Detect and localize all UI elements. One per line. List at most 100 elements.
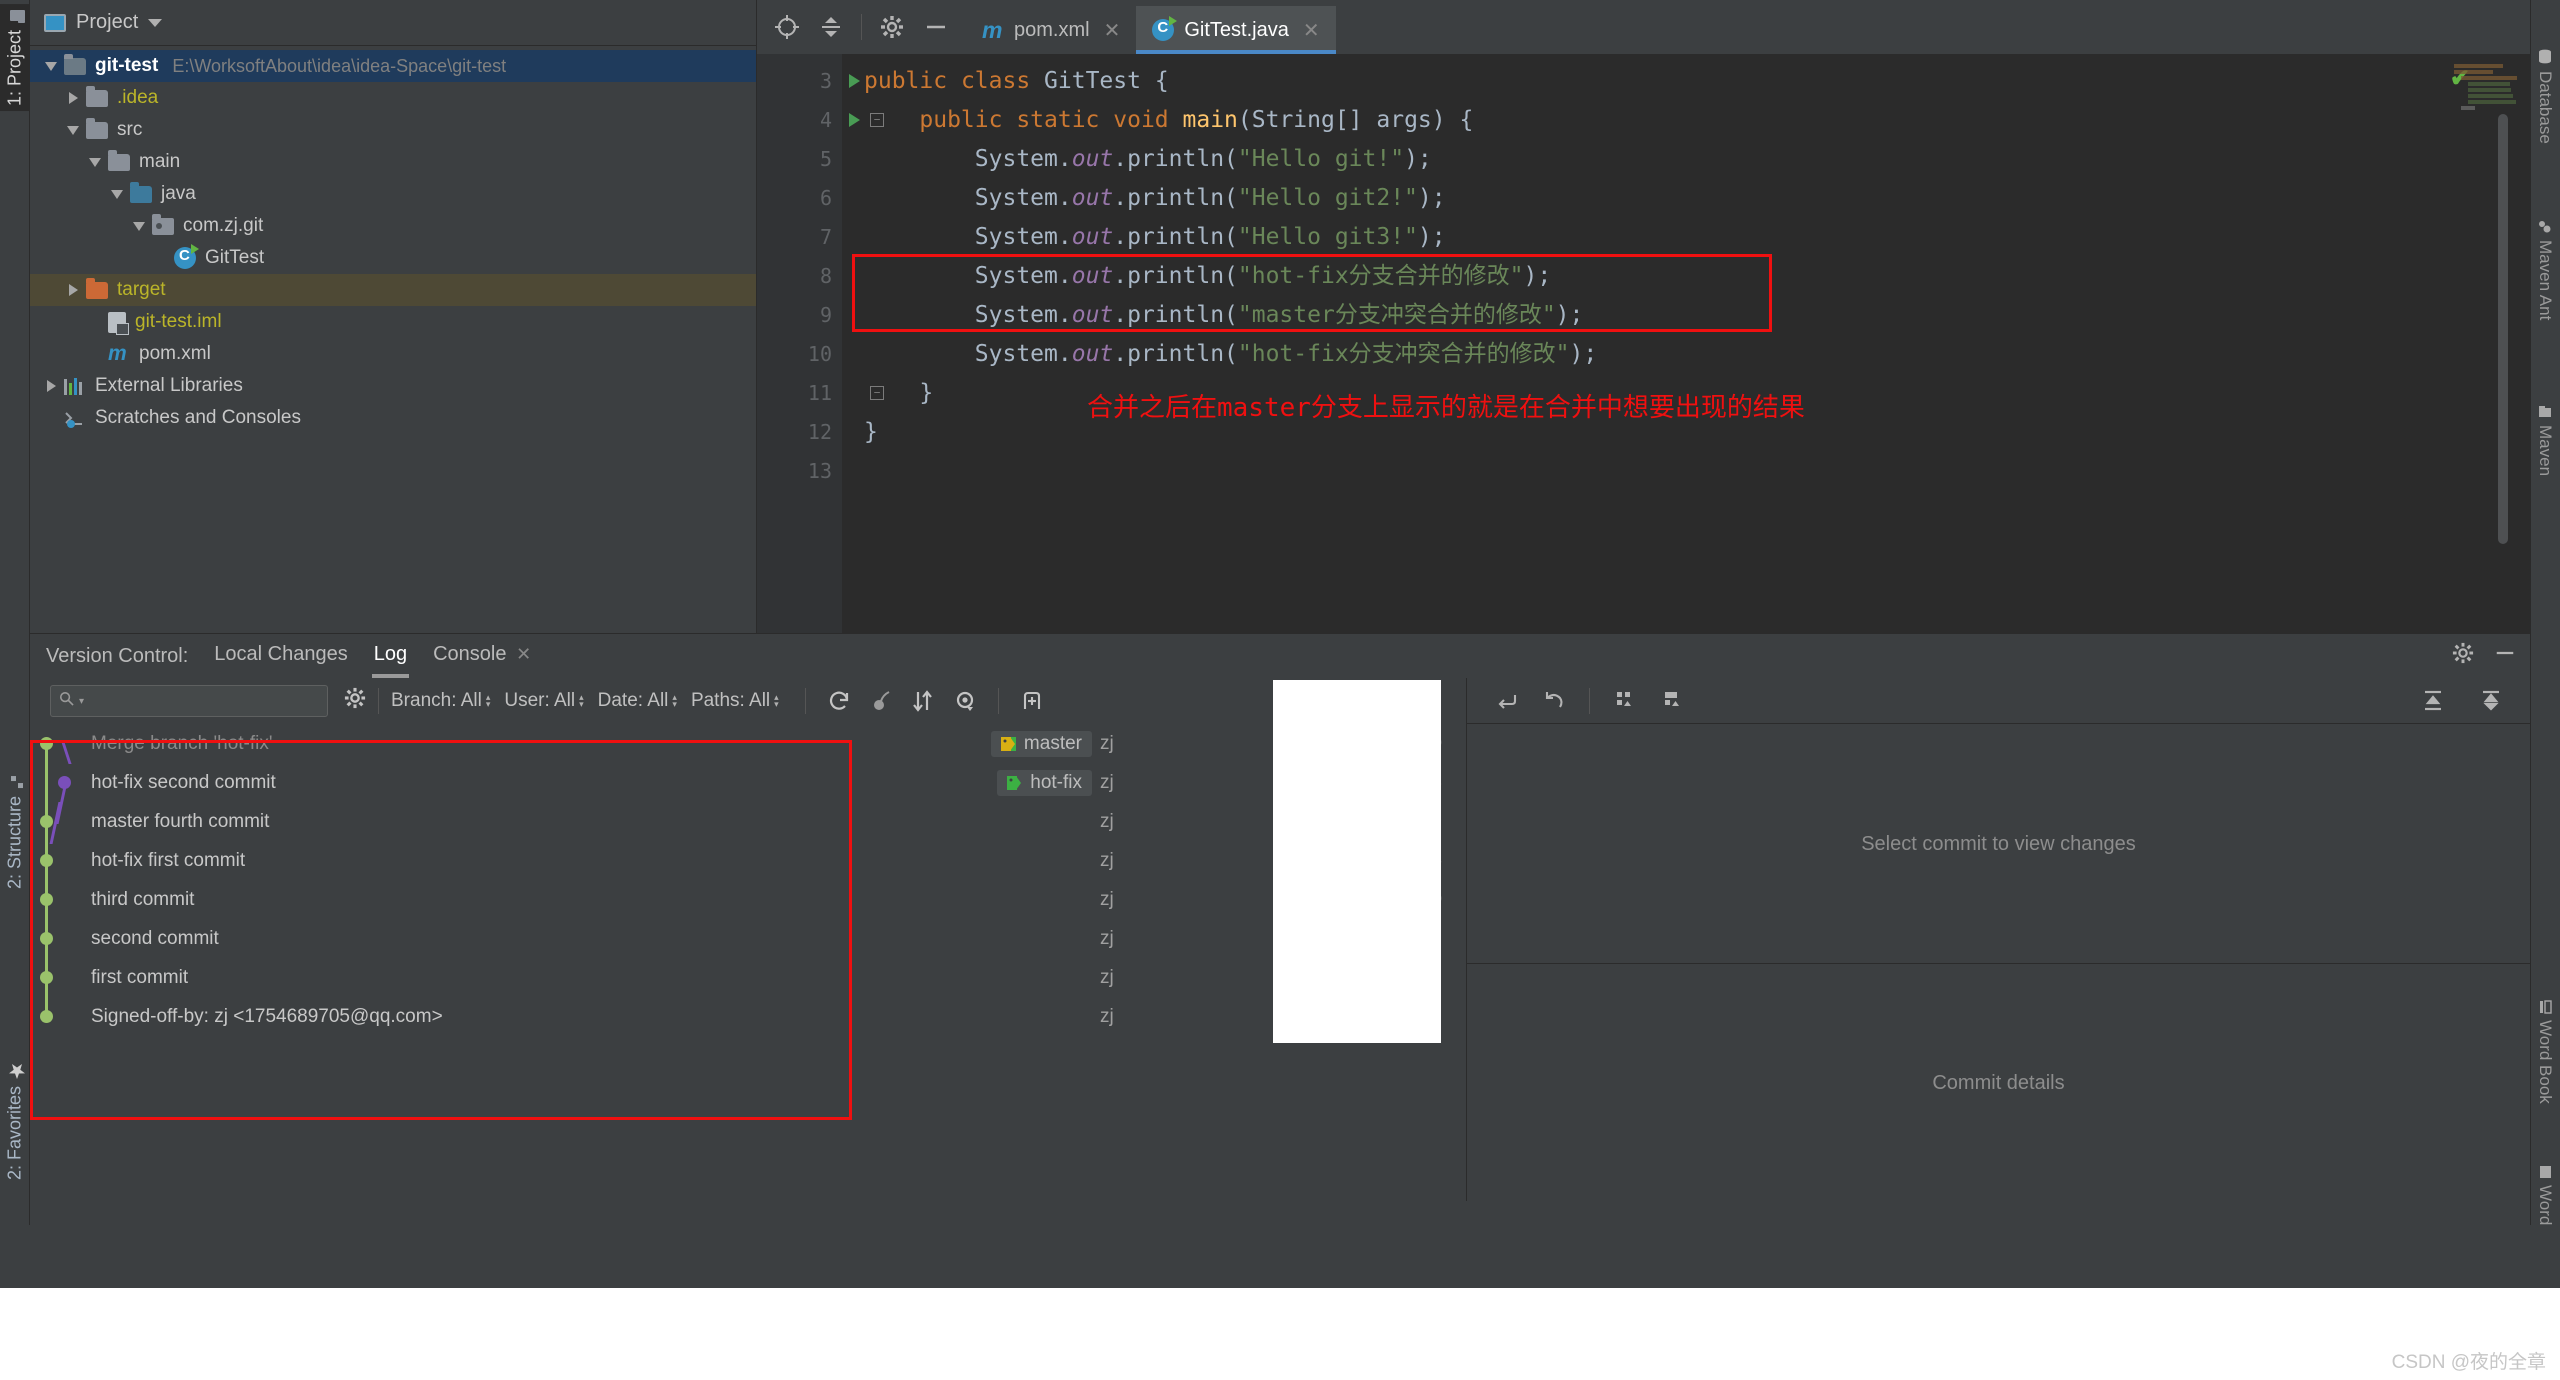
filter-branch[interactable]: Branch: All ▴ ▾: [391, 690, 490, 712]
gutter-line[interactable]: 6: [757, 179, 842, 218]
editor-gutter[interactable]: 3 4 − 5 6 7 8 9 10 11 − 12 13: [757, 54, 884, 633]
table-row[interactable]: first commit zj: [30, 958, 1466, 1016]
collapse-all-icon[interactable]: [809, 5, 853, 49]
tree-item-com-zj-git[interactable]: com.zj.git: [30, 210, 756, 242]
table-row[interactable]: hot-fix second commit hot-fix zj 33: [30, 763, 1466, 824]
settings-gear-icon[interactable]: [2452, 642, 2474, 670]
gutter-line[interactable]: 3: [757, 62, 860, 101]
code-line[interactable]: System.out.println("Hello git3!");: [842, 218, 2530, 257]
code-line[interactable]: System.out.println("hot-fix分支冲突合并的修改");: [842, 335, 2530, 374]
table-row[interactable]: third commit zj 0: [30, 880, 1466, 938]
table-row[interactable]: Merge branch 'hot-fix' master zj 20: [30, 724, 1466, 782]
filter-date[interactable]: Date: All ▴ ▾: [598, 690, 677, 712]
cherry-pick-icon[interactable]: [860, 680, 902, 722]
tab-console[interactable]: Console ✕: [433, 643, 531, 670]
commit-log-list[interactable]: Merge branch 'hot-fix' master zj 20 hot-…: [30, 680, 1466, 1201]
filter-user[interactable]: User: All ▴ ▾: [504, 690, 583, 712]
twisty-collapsed-icon[interactable]: [60, 92, 86, 104]
close-icon[interactable]: ✕: [1303, 18, 1320, 43]
group-by-directory-icon[interactable]: [1604, 680, 1646, 722]
twisty-expanded-icon[interactable]: [38, 61, 64, 71]
twisty-collapsed-icon[interactable]: [38, 380, 64, 392]
sidebar-item-favorites[interactable]: 2: Favorites: [0, 1060, 30, 1185]
tree-item-external-libraries[interactable]: External Libraries: [30, 370, 756, 402]
tab-local-changes[interactable]: Local Changes: [214, 643, 347, 670]
sort-icon[interactable]: [902, 680, 944, 722]
tree-item-main[interactable]: main: [30, 146, 756, 178]
tree-item-scratches-and-consoles[interactable]: Scratches and Consoles: [30, 402, 756, 434]
gutter-line[interactable]: 10: [757, 335, 842, 374]
tab-log[interactable]: Log: [371, 643, 410, 678]
vc-panel-buttons: [2452, 642, 2516, 670]
close-icon[interactable]: ✕: [516, 644, 531, 664]
twisty-collapsed-icon[interactable]: [60, 284, 86, 296]
sidebar-item-word[interactable]: Word: [2530, 1160, 2560, 1230]
code-line[interactable]: public class GitTest {: [842, 62, 2530, 101]
ref-tag-master[interactable]: master: [990, 730, 1092, 757]
gutter-line[interactable]: 4 −: [757, 101, 884, 140]
code-lines[interactable]: public class GitTest { public static voi…: [842, 54, 2530, 633]
tree-item-pom-xml[interactable]: m pom.xml: [30, 338, 756, 370]
code-line[interactable]: System.out.println("Hello git2!");: [842, 179, 2530, 218]
tree-item-target[interactable]: target: [30, 274, 756, 306]
tree-item--idea[interactable]: .idea: [30, 82, 756, 114]
editor-scrollbar[interactable]: [2498, 114, 2508, 544]
gutter-line[interactable]: 7: [757, 218, 842, 257]
gutter-line[interactable]: 5: [757, 140, 842, 179]
twisty-expanded-icon[interactable]: [82, 157, 108, 167]
revert-icon[interactable]: [1485, 680, 1527, 722]
sidebar-item-word-book[interactable]: Word Book: [2530, 995, 2560, 1109]
twisty-expanded-icon[interactable]: [104, 189, 130, 199]
ref-tag-hot-fix[interactable]: hot-fix: [997, 769, 1092, 796]
tab-pom-xml[interactable]: m pom.xml ✕: [966, 6, 1136, 54]
filter-user-label: User: All: [504, 690, 576, 711]
code-line[interactable]: System.out.println("Hello git!");: [842, 140, 2530, 179]
sidebar-item-maven-ant[interactable]: Maven Ant: [2530, 215, 2560, 325]
undo-icon[interactable]: [1533, 680, 1575, 722]
tree-item-git-test-iml[interactable]: git-test.iml: [30, 306, 756, 338]
gutter-line[interactable]: 12: [757, 413, 842, 452]
code-line[interactable]: public static void main(String[] args) {: [842, 101, 2530, 140]
new-branch-icon[interactable]: [1011, 680, 1053, 722]
tree-item-src[interactable]: src: [30, 114, 756, 146]
group-by-module-icon[interactable]: [1652, 680, 1694, 722]
table-row[interactable]: second commit zj 2: [30, 919, 1466, 977]
refresh-icon[interactable]: [818, 680, 860, 722]
collapse-all-icon[interactable]: [2470, 680, 2512, 722]
table-row[interactable]: hot-fix first commit zj 58: [30, 841, 1466, 899]
hide-panel-icon[interactable]: [2494, 642, 2516, 670]
log-settings-gear-icon[interactable]: [344, 687, 366, 715]
tree-item-java[interactable]: java: [30, 178, 756, 210]
expand-all-icon[interactable]: [2412, 680, 2454, 722]
hide-icon[interactable]: [914, 5, 958, 49]
tree-item-gittest[interactable]: GitTest: [30, 242, 756, 274]
table-row[interactable]: master fourth commit zj 29: [30, 802, 1466, 860]
twisty-expanded-icon[interactable]: [126, 221, 152, 231]
sidebar-item-project[interactable]: 1: Project: [0, 4, 30, 112]
locate-icon[interactable]: [765, 5, 809, 49]
close-icon[interactable]: ✕: [1104, 18, 1121, 43]
sidebar-item-maven[interactable]: Maven: [2530, 400, 2560, 481]
gutter-line[interactable]: 13: [757, 452, 842, 491]
gutter-line[interactable]: 9: [757, 296, 842, 335]
gutter-line[interactable]: 11 −: [757, 374, 884, 413]
filter-paths[interactable]: Paths: All ▴ ▾: [691, 690, 779, 712]
sidebar-item-structure[interactable]: 2: Structure: [0, 770, 30, 894]
sidebar-item-database[interactable]: Database: [2530, 44, 2560, 149]
project-tree[interactable]: git-test E:\WorksoftAbout\idea\idea-Space…: [30, 46, 756, 434]
toolbar-divider: [378, 688, 379, 714]
commit-graph-cell: [30, 841, 85, 899]
tab-gittest-java[interactable]: GitTest.java ✕: [1136, 6, 1336, 54]
code-minimap[interactable]: [2454, 62, 2524, 142]
chevron-down-icon[interactable]: ▾: [79, 696, 84, 707]
tree-item-git-test[interactable]: git-test E:\WorksoftAbout\idea\idea-Space…: [30, 50, 756, 82]
code-editor[interactable]: 3 4 − 5 6 7 8 9 10 11 − 12 13 public cla…: [757, 54, 2530, 633]
show-details-icon[interactable]: [944, 680, 986, 722]
table-row[interactable]: Signed-off-by: zj <1754689705@qq.com> zj: [30, 997, 1466, 1036]
twisty-expanded-icon[interactable]: [60, 125, 86, 135]
settings-gear-icon[interactable]: [870, 5, 914, 49]
code-line[interactable]: [842, 452, 2530, 491]
gutter-line[interactable]: 8: [757, 257, 842, 296]
chevron-down-icon[interactable]: [148, 18, 163, 27]
search-input[interactable]: ▾: [50, 685, 328, 717]
